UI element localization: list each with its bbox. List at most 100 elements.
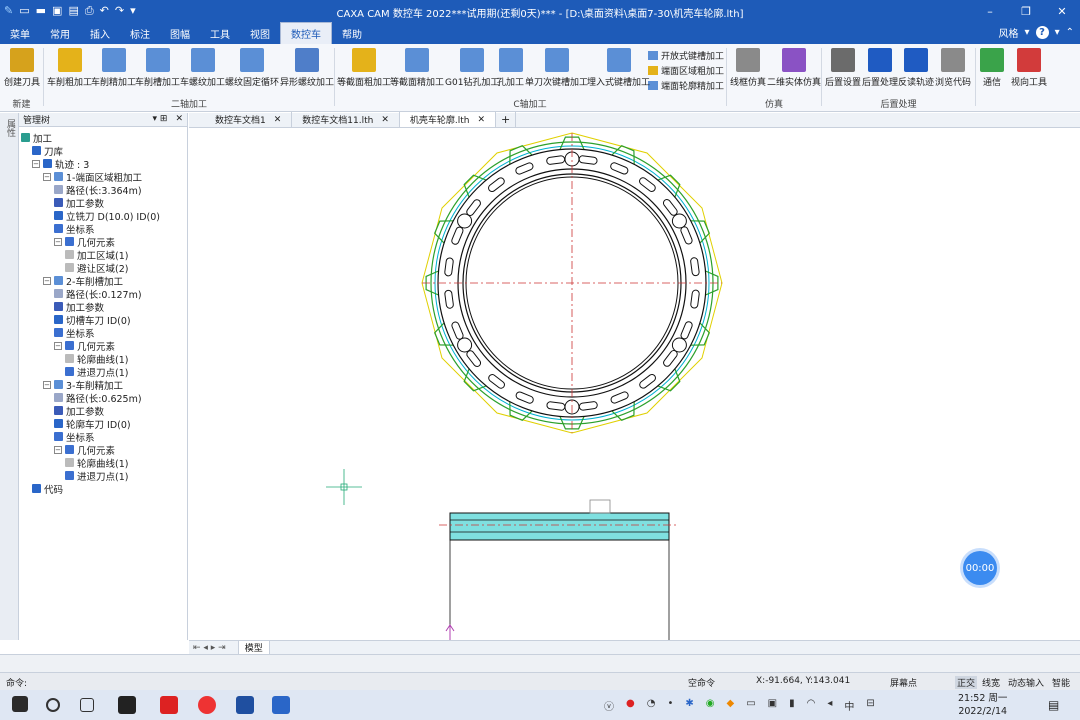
tray-dot-icon[interactable]: • [667, 698, 673, 713]
tree-node[interactable]: 路径(长:0.625m) [54, 391, 142, 405]
ribbon-button-browse-code[interactable]: 浏览代码 [935, 48, 971, 88]
task-view-icon[interactable] [80, 698, 94, 712]
tree-node[interactable]: 立铣刀 D(10.0) ID(0) [54, 209, 160, 223]
tree-node[interactable]: − 几何元素 [54, 443, 115, 457]
tree-node[interactable]: 加工参数 [54, 196, 104, 210]
restore-button[interactable]: ❐ [1008, 0, 1044, 22]
app-red-icon[interactable] [198, 696, 216, 714]
tray-green-icon[interactable]: ◉ [706, 698, 715, 713]
ribbon-button-post-setting[interactable]: 后置设置 [825, 48, 861, 88]
tree-node[interactable]: 轮廓曲线(1) [65, 352, 128, 366]
ribbon-button-special-thread[interactable]: 异形螺纹加工 [280, 48, 334, 88]
input-method-icon[interactable]: ⊟ [866, 698, 874, 713]
ribbon-button-single-keyway[interactable]: 单刀次键槽加工 [525, 48, 588, 88]
tree-node[interactable]: 加工参数 [54, 404, 104, 418]
collapse-toggle-icon[interactable]: − [54, 341, 62, 350]
tree-node[interactable]: 轮廓车刀 ID(0) [54, 417, 131, 431]
tree-node[interactable]: 轮廓曲线(1) [65, 456, 128, 470]
close-button[interactable]: ✕ [1044, 0, 1080, 22]
undo-icon[interactable]: ↶ [100, 4, 109, 18]
wifi-icon[interactable]: ◠ [807, 698, 816, 713]
wps-icon[interactable] [160, 696, 178, 714]
tree-node[interactable]: 加工参数 [54, 300, 104, 314]
help-dropdown-icon[interactable]: ▾ [1055, 27, 1060, 38]
tree-node[interactable]: − 轨迹 : 3 [32, 157, 89, 171]
ribbon-button-drill-g01[interactable]: G01钻孔加工 [445, 48, 499, 88]
tray-tool-icon[interactable]: ◔ [647, 698, 656, 713]
tray-app-icon[interactable]: ⓥ [604, 698, 614, 713]
bluetooth-icon[interactable]: ✱ [685, 698, 693, 713]
tree-node[interactable]: 坐标系 [54, 222, 95, 236]
tab-cnc-lathe[interactable]: 数控车 [280, 22, 332, 44]
tree-node[interactable]: 切槽车刀 ID(0) [54, 313, 131, 327]
dynamic-input-toggle[interactable]: 动态输入 [1008, 676, 1044, 689]
cad-drawing[interactable] [189, 128, 1080, 640]
tree-node[interactable]: − 几何元素 [54, 235, 115, 249]
ribbon-button-view-tool[interactable]: 视向工具 [1011, 48, 1047, 88]
ribbon-button-post-process[interactable]: 后置处理 [862, 48, 898, 88]
tree-node[interactable]: 加工 [21, 131, 52, 145]
tree-node[interactable]: 路径(长:0.127m) [54, 287, 142, 301]
tab-common[interactable]: 常用 [40, 22, 80, 44]
ribbon-button-hole[interactable]: 孔加工 [497, 48, 524, 88]
add-tab-button[interactable]: + [496, 112, 517, 127]
tray-orange-icon[interactable]: ◆ [727, 698, 735, 713]
tab-housing-profile[interactable]: 机壳车轮廓.lth ✕ [399, 112, 497, 127]
tree-node[interactable]: 刀库 [32, 144, 63, 158]
tree-node[interactable]: 坐标系 [54, 430, 95, 444]
open-folder-icon[interactable]: ▬ [36, 4, 46, 18]
caxa-draft-icon[interactable] [236, 696, 254, 714]
display-icon[interactable]: ▭ [746, 698, 755, 713]
tree-node[interactable]: 进退刀点(1) [65, 469, 128, 483]
collapse-toggle-icon[interactable]: − [54, 237, 62, 246]
snap-mode[interactable]: 屏幕点 [890, 676, 917, 689]
collapse-toggle-icon[interactable]: − [32, 159, 40, 168]
ribbon-button-communication[interactable]: 通信 [980, 48, 1004, 88]
print-icon[interactable]: ⎙ [85, 4, 94, 18]
ribbon-button-section-finish[interactable]: 等截面精加工 [390, 48, 444, 88]
tab-model[interactable]: 模型 [237, 640, 270, 655]
redo-icon[interactable]: ↷ [115, 4, 124, 18]
face-contour-button[interactable]: 端面轮廓精加工 [648, 79, 724, 92]
ribbon-button-rough-turn[interactable]: 车削粗加工 [47, 48, 92, 88]
save-as-icon[interactable]: ▤ [68, 4, 78, 18]
ribbon-button-tool-create[interactable]: 创建刀具 [4, 48, 40, 88]
battery-icon[interactable]: ▮ [789, 698, 795, 713]
tab-view[interactable]: 视图 [240, 22, 280, 44]
customize-icon[interactable]: ▾ [130, 4, 136, 18]
minimize-button[interactable]: – [972, 0, 1008, 22]
tree-node[interactable]: 加工区域(1) [65, 248, 128, 262]
ribbon-button-wire-sim[interactable]: 线框仿真 [730, 48, 766, 88]
tab-tools[interactable]: 工具 [200, 22, 240, 44]
tab-help[interactable]: 帮助 [332, 22, 372, 44]
close-tab-icon[interactable]: ✕ [477, 115, 485, 125]
ortho-toggle[interactable]: 正交 [955, 676, 978, 689]
caxa-cam-icon[interactable] [272, 696, 290, 714]
new-file-icon[interactable]: ▭ [19, 4, 29, 18]
clock[interactable]: 21:52 周一 2022/2/14 [958, 692, 1007, 718]
tree-node[interactable]: − 2-车削槽加工 [43, 274, 123, 288]
ribbon-button-groove[interactable]: 车削槽加工 [135, 48, 180, 88]
app-logo-icon[interactable]: ✎ [4, 4, 13, 18]
app-sw-icon[interactable] [118, 696, 136, 714]
panel-close-icon[interactable]: ✕ [175, 114, 183, 124]
collapse-toggle-icon[interactable]: − [43, 380, 51, 389]
tree-node[interactable]: 进退刀点(1) [65, 365, 128, 379]
tab-doc11[interactable]: 数控车文档11.lth ✕ [292, 112, 400, 127]
tab-doc1[interactable]: 数控车文档1 ✕ [205, 112, 293, 127]
tray-box-icon[interactable]: ▣ [768, 698, 777, 713]
ribbon-button-thread[interactable]: 车螺纹加工 [180, 48, 225, 88]
save-icon[interactable]: ▣ [52, 4, 62, 18]
tab-sheet[interactable]: 图幅 [160, 22, 200, 44]
tree-node[interactable]: 代码 [32, 482, 63, 496]
ribbon-button-section-rough[interactable]: 等截面粗加工 [337, 48, 391, 88]
ime-indicator[interactable]: 中 [844, 698, 854, 713]
notification-icon[interactable]: ▤ [1048, 698, 1059, 712]
style-dropdown-icon[interactable]: ▾ [1025, 27, 1030, 38]
property-strip[interactable]: 属性 [0, 113, 19, 640]
drawing-canvas[interactable]: 00:00 [189, 128, 1080, 640]
ribbon-button-thread-cycle[interactable]: 螺纹固定循环 [225, 48, 279, 88]
tree-node[interactable]: − 3-车削精加工 [43, 378, 123, 392]
ribbon-button-finish-turn[interactable]: 车削精加工 [91, 48, 136, 88]
collapse-toggle-icon[interactable]: − [43, 276, 51, 285]
